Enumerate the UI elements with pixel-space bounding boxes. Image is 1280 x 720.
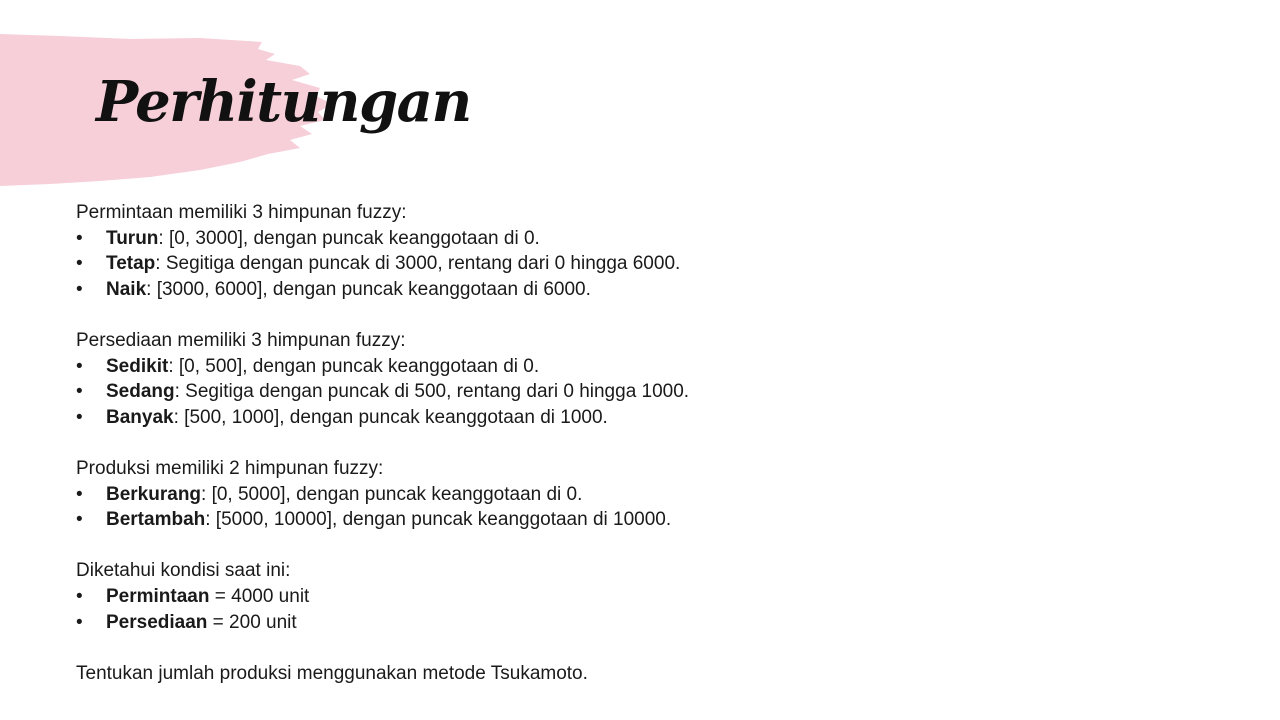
- list-item: • Berkurang: [0, 5000], dengan puncak kea…: [76, 482, 1176, 508]
- bullet-icon: •: [76, 611, 83, 633]
- slide-content: Permintaan memiliki 3 himpunan fuzzy: • T…: [76, 200, 1176, 686]
- item-description: = 4000 unit: [209, 585, 310, 607]
- bullet-icon: •: [76, 585, 83, 607]
- section-persediaan: Persediaan memiliki 3 himpunan fuzzy: • S…: [76, 328, 1176, 430]
- item-term: Persediaan: [106, 611, 208, 633]
- section-intro: Produksi memiliki 2 himpunan fuzzy:: [76, 457, 384, 479]
- item-term: Tetap: [106, 253, 156, 275]
- conclusion-text: Tentukan jumlah produksi menggunakan met…: [76, 662, 588, 684]
- list-item: • Bertambah: [5000, 10000], dengan puncak…: [76, 507, 1176, 533]
- bullet-icon: •: [76, 253, 83, 275]
- item-description: : [0, 3000], dengan puncak keanggotaan d…: [158, 227, 540, 249]
- conclusion-block: Tentukan jumlah produksi menggunakan met…: [76, 661, 1176, 687]
- item-term: Bertambah: [106, 509, 206, 531]
- bullet-icon: •: [76, 227, 83, 249]
- list-item: • Tetap: Segitiga dengan puncak di 3000, …: [76, 251, 1176, 277]
- section-intro: Permintaan memiliki 3 himpunan fuzzy:: [76, 202, 407, 223]
- section-intro: Diketahui kondisi saat ini:: [76, 560, 291, 582]
- bullet-icon: •: [76, 355, 83, 377]
- bullet-list: • Turun: [0, 3000], dengan puncak keanggo…: [76, 226, 1176, 303]
- bullet-icon: •: [76, 278, 83, 300]
- item-description: : Segitiga dengan puncak di 3000, rentan…: [155, 253, 681, 275]
- section-permintaan: Permintaan memiliki 3 himpunan fuzzy: • T…: [76, 200, 1176, 302]
- item-term: Sedikit: [106, 355, 169, 377]
- item-description: : [500, 1000], dengan puncak keanggotaan…: [173, 406, 608, 428]
- item-term: Turun: [106, 227, 159, 249]
- bullet-icon: •: [76, 483, 83, 505]
- item-description: : [3000, 6000], dengan puncak keanggotaa…: [146, 278, 591, 300]
- list-item: • Naik: [3000, 6000], dengan puncak keang…: [76, 277, 1176, 303]
- item-description: = 200 unit: [207, 611, 297, 633]
- bullet-list: • Sedikit: [0, 500], dengan puncak keangg…: [76, 354, 1176, 431]
- list-item: • Sedikit: [0, 500], dengan puncak keangg…: [76, 354, 1176, 380]
- bullet-icon: •: [76, 509, 83, 531]
- bullet-list: • Permintaan = 4000 unit • Persediaan = 20…: [76, 584, 1176, 635]
- slide-title: Perhitungan: [96, 69, 472, 135]
- slide: Perhitungan Permintaan memiliki 3 himpun…: [0, 0, 1280, 720]
- item-term: Sedang: [106, 381, 175, 403]
- list-item: • Persediaan = 200 unit: [76, 610, 1176, 636]
- section-intro: Persediaan memiliki 3 himpunan fuzzy:: [76, 329, 406, 351]
- bullet-list: • Berkurang: [0, 5000], dengan puncak kea…: [76, 482, 1176, 533]
- item-description: : Segitiga dengan puncak di 500, rentang…: [174, 381, 690, 403]
- section-kondisi: Diketahui kondisi saat ini: • Permintaan …: [76, 558, 1176, 635]
- item-term: Permintaan: [106, 585, 210, 607]
- list-item: • Turun: [0, 3000], dengan puncak keanggo…: [76, 226, 1176, 252]
- list-item: • Banyak: [500, 1000], dengan puncak kean…: [76, 405, 1176, 431]
- section-produksi: Produksi memiliki 2 himpunan fuzzy: • Ber…: [76, 456, 1176, 533]
- list-item: • Permintaan = 4000 unit: [76, 584, 1176, 610]
- item-term: Banyak: [106, 406, 174, 428]
- bullet-icon: •: [76, 381, 83, 403]
- item-description: : [5000, 10000], dengan puncak keanggota…: [205, 509, 672, 531]
- item-term: Berkurang: [106, 483, 202, 505]
- bullet-icon: •: [76, 406, 83, 428]
- item-term: Naik: [106, 278, 147, 300]
- item-description: : [0, 500], dengan puncak keanggotaan di…: [168, 355, 540, 377]
- list-item: • Sedang: Segitiga dengan puncak di 500, …: [76, 379, 1176, 405]
- item-description: : [0, 5000], dengan puncak keanggotaan d…: [201, 483, 583, 505]
